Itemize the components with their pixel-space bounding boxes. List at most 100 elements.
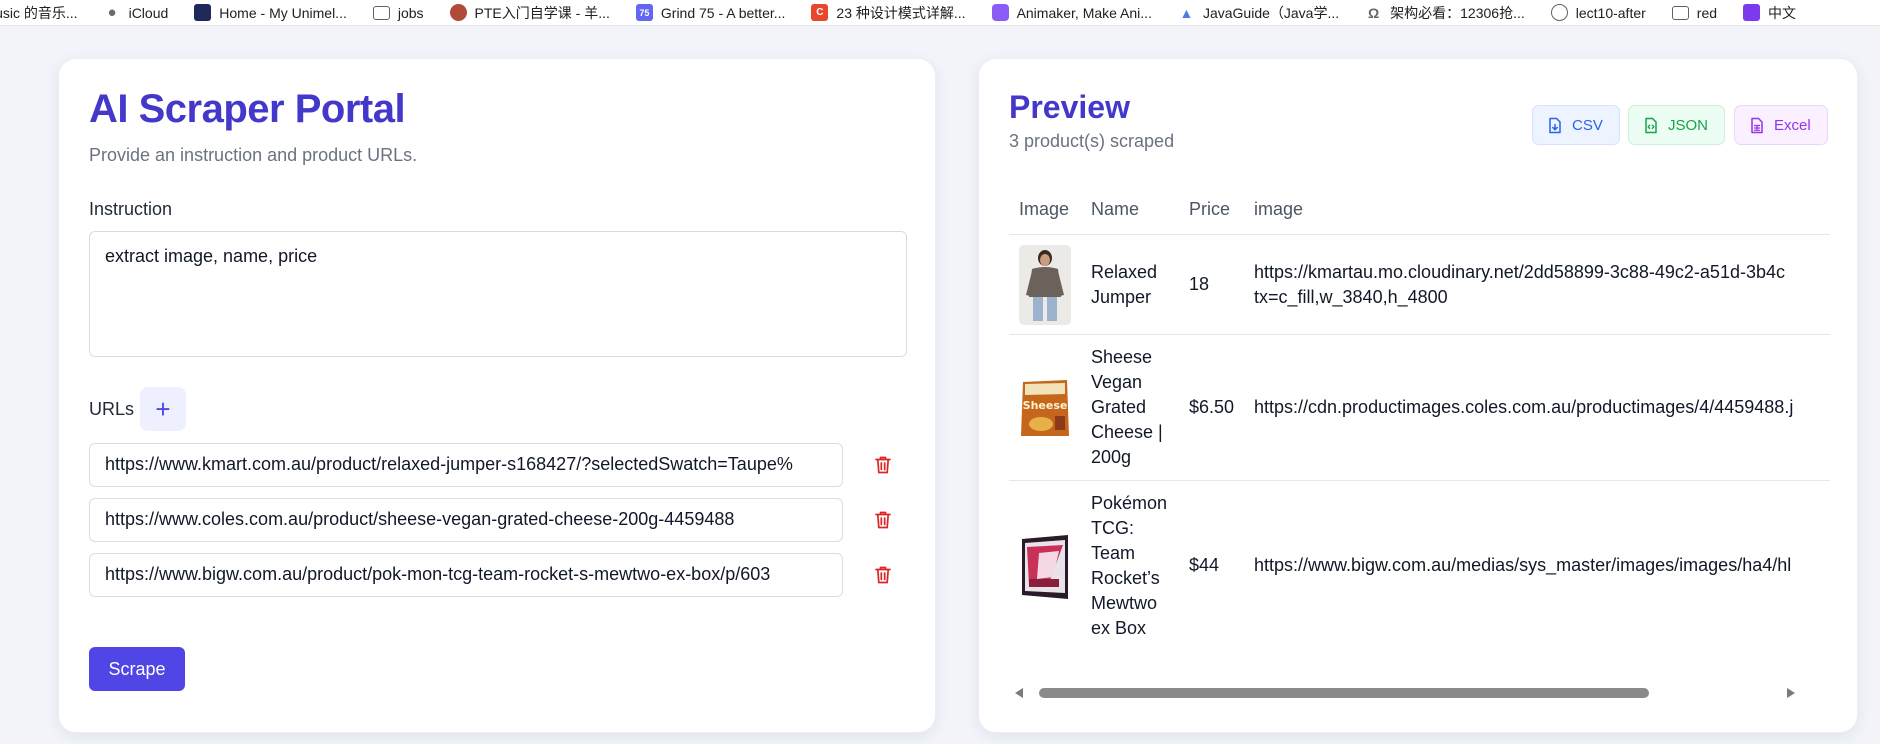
export-excel-label: Excel <box>1774 116 1811 134</box>
product-image-url: https://kmartau.mo.cloudinary.net/2dd588… <box>1254 260 1785 310</box>
table-row: Relaxed Jumper 18 https://kmartau.mo.clo… <box>1009 235 1830 335</box>
column-header-price: Price <box>1189 199 1231 219</box>
url-input[interactable]: https://www.bigw.com.au/product/pok-mon-… <box>89 553 843 597</box>
bookmark-animaker[interactable]: Animaker, Make Ani... <box>991 4 1152 21</box>
add-url-button[interactable]: + <box>140 387 186 431</box>
spreadsheet-file-icon <box>1751 117 1763 133</box>
table-row: Pokémon TCG: Team Rocket’s Mewtwo ex Box… <box>1009 481 1830 651</box>
bookmark-icloud[interactable]: ● iCloud <box>104 4 169 21</box>
product-name: Pokémon TCG: Team Rocket’s Mewtwo ex Box <box>1091 493 1168 638</box>
bookmark-label: JavaGuide（Java学... <box>1202 4 1340 21</box>
bookmark-architecture[interactable]: Ω 架构必看：12306抢... <box>1365 3 1525 23</box>
vv-icon <box>1743 4 1761 21</box>
url-input[interactable]: https://www.kmart.com.au/product/relaxed… <box>89 443 843 487</box>
bookmark-label: Grind 75 - A better... <box>660 4 786 21</box>
bookmark-music[interactable]: lusic 的音乐... <box>0 3 78 23</box>
bookmark-red[interactable]: red <box>1671 4 1718 21</box>
scrape-button[interactable]: Scrape <box>89 647 185 691</box>
trash-icon[interactable] <box>874 510 892 530</box>
export-json-label: JSON <box>1668 116 1709 134</box>
bookmark-jobs[interactable]: jobs <box>372 4 424 21</box>
product-image-url: https://www.bigw.com.au/medias/sys_maste… <box>1254 555 1792 575</box>
scroll-left-arrow-icon[interactable] <box>1015 688 1023 698</box>
bookmark-label: lect10-after <box>1575 4 1646 21</box>
preview-card: Preview 3 product(s) scraped CSV JSON Ex… <box>978 58 1858 733</box>
instruction-label: Instruction <box>89 199 173 219</box>
table-header: Image Name Price image <box>1009 185 1830 235</box>
folder-icon <box>372 5 390 20</box>
column-header-name: Name <box>1091 199 1140 219</box>
plus-icon: + <box>155 394 171 424</box>
product-image-url-line: https://kmartau.mo.cloudinary.net/2dd588… <box>1254 262 1785 282</box>
avatar-icon <box>449 4 467 21</box>
bookmark-label: 中文 <box>1768 4 1797 21</box>
export-csv-button[interactable]: CSV <box>1532 105 1620 145</box>
cheese-bag-image: Sheese <box>1021 380 1069 436</box>
export-csv-label: CSV <box>1572 116 1603 134</box>
scraper-form-card: AI Scraper Portal Provide an instruction… <box>58 58 936 733</box>
preview-title: Preview <box>1009 89 1130 125</box>
bookmark-pte[interactable]: PTE入门自学课 - 羊... <box>449 3 610 23</box>
c-icon: C <box>811 4 829 21</box>
unimelb-icon <box>194 4 212 21</box>
url-input[interactable]: https://www.coles.com.au/product/sheese-… <box>89 498 843 542</box>
bookmarks-bar: lusic 的音乐... ● iCloud Home - My Unimel..… <box>0 0 1880 26</box>
bookmark-lect10[interactable]: lect10-after <box>1550 4 1646 21</box>
scroll-right-arrow-icon[interactable] <box>1787 688 1795 698</box>
bookmark-label: 架构必看：12306抢... <box>1390 4 1525 21</box>
bookmark-label: PTE入门自学课 - 羊... <box>474 4 610 21</box>
folder-icon <box>1671 5 1689 20</box>
trash-icon[interactable] <box>874 565 892 585</box>
bookmark-label: Home - My Unimel... <box>219 4 347 21</box>
bookmark-grind75[interactable]: 75 Grind 75 - A better... <box>635 4 786 21</box>
bookmark-unimelb[interactable]: Home - My Unimel... <box>194 4 347 21</box>
url-row: https://www.bigw.com.au/product/pok-mon-… <box>89 553 907 597</box>
product-image-url-line: tx=c_fill,w_3840,h_4800 <box>1254 287 1448 307</box>
architecture-icon: Ω <box>1368 4 1380 21</box>
bookmark-label: iCloud <box>128 4 169 21</box>
scraped-count: 3 product(s) scraped <box>1009 131 1175 151</box>
export-json-button[interactable]: JSON <box>1628 105 1726 145</box>
bookmark-design-patterns[interactable]: C 23 种设计模式详解... <box>811 3 966 23</box>
bookmark-label: red <box>1696 4 1718 21</box>
product-price: 18 <box>1189 274 1210 294</box>
url-row: https://www.coles.com.au/product/sheese-… <box>89 498 907 542</box>
product-thumbnail <box>1019 245 1071 325</box>
grind75-icon: 75 <box>635 4 653 21</box>
apple-icon: ● <box>107 4 117 21</box>
bookmark-javaguide[interactable]: ▲ JavaGuide（Java学... <box>1178 3 1340 23</box>
bookmark-chinese[interactable]: 中文 <box>1743 3 1796 23</box>
product-price: $44 <box>1189 555 1220 575</box>
json-file-icon <box>1645 117 1657 133</box>
bookmark-label: jobs <box>397 4 424 21</box>
page-subtitle: Provide an instruction and product URLs. <box>89 145 418 165</box>
url-row: https://www.kmart.com.au/product/relaxed… <box>89 443 907 487</box>
trash-icon[interactable] <box>874 455 892 475</box>
product-thumbnail <box>1019 533 1071 601</box>
export-excel-button[interactable]: Excel <box>1734 105 1828 145</box>
product-image-url: https://cdn.productimages.coles.com.au/p… <box>1254 397 1794 417</box>
csv-file-icon <box>1549 117 1561 133</box>
animaker-icon <box>991 4 1009 21</box>
product-name: Sheese Vegan Grated Cheese | 200g <box>1091 347 1163 467</box>
horizontal-scrollbar[interactable] <box>1009 685 1830 701</box>
instruction-textarea[interactable]: extract image, name, price <box>89 231 907 357</box>
jumper-image <box>1019 245 1071 325</box>
bookmark-label: Animaker, Make Ani... <box>1016 4 1152 21</box>
scrollbar-thumb[interactable] <box>1039 688 1649 698</box>
tcg-box-image <box>1022 535 1068 599</box>
column-header-image: Image <box>1019 199 1070 219</box>
bookmark-label: 23 种设计模式详解... <box>836 4 966 21</box>
preview-table: Image Name Price image Relaxed Jumper 18… <box>1009 185 1830 705</box>
product-thumbnail: Sheese <box>1019 378 1071 438</box>
column-header-image-url: image <box>1254 199 1304 219</box>
product-price: $6.50 <box>1189 397 1235 417</box>
table-row: Sheese Sheese Vegan Grated Cheese | 200g… <box>1009 335 1830 481</box>
product-name: Relaxed Jumper <box>1091 262 1158 307</box>
javaguide-icon: ▲ <box>1179 4 1194 21</box>
bookmark-label: lusic 的音乐... <box>0 4 78 21</box>
svg-text:Sheese: Sheese <box>1023 399 1068 412</box>
page-title: AI Scraper Portal <box>89 87 406 131</box>
urls-label: URLs <box>89 399 135 419</box>
globe-icon <box>1550 4 1568 21</box>
